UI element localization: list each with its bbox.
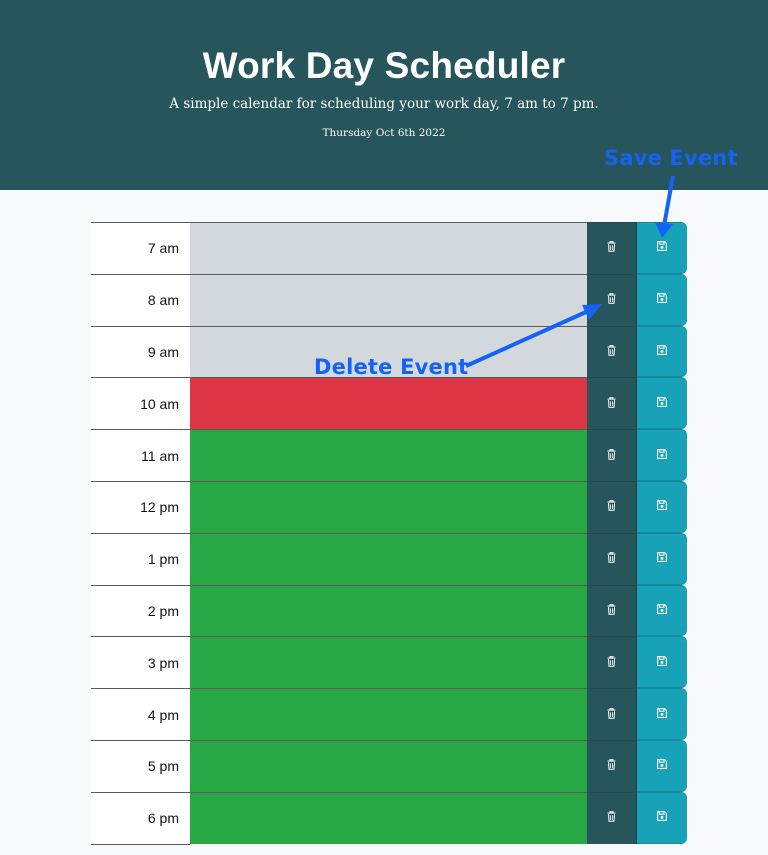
save-event-button[interactable] xyxy=(637,791,687,844)
floppy-disk-icon xyxy=(657,707,667,721)
event-description-input[interactable] xyxy=(190,584,587,637)
save-event-button[interactable] xyxy=(637,739,687,792)
current-day: Thursday Oct 6th 2022 xyxy=(322,127,446,139)
save-event-button[interactable] xyxy=(637,429,687,481)
trash-icon xyxy=(607,655,616,670)
hour-label: 5 pm xyxy=(91,739,190,792)
event-description-input[interactable] xyxy=(190,739,587,792)
save-event-button[interactable] xyxy=(637,222,687,274)
time-block: 7 am xyxy=(91,222,687,274)
hour-label: 8 am xyxy=(91,273,190,326)
hour-label: 7 am xyxy=(91,222,190,274)
hour-label: 12 pm xyxy=(91,480,190,533)
save-event-button[interactable] xyxy=(637,584,687,637)
trash-icon xyxy=(607,811,616,825)
trash-icon xyxy=(607,552,616,566)
time-block: 10 am xyxy=(91,377,687,430)
time-block: 12 pm xyxy=(91,480,687,533)
hour-label: 11 am xyxy=(91,429,190,481)
event-description-input[interactable] xyxy=(190,688,587,740)
floppy-disk-icon xyxy=(657,811,667,824)
save-event-button[interactable] xyxy=(637,480,687,533)
delete-event-button[interactable] xyxy=(587,222,637,274)
hour-label: 4 pm xyxy=(91,688,190,740)
time-block: 2 pm xyxy=(91,584,687,637)
delete-event-button[interactable] xyxy=(587,739,637,792)
time-block: 6 pm xyxy=(91,791,687,844)
time-block: 1 pm xyxy=(91,532,687,585)
trash-icon xyxy=(607,759,616,773)
delete-event-button[interactable] xyxy=(587,480,637,533)
trash-icon xyxy=(607,344,616,359)
floppy-disk-icon xyxy=(657,293,667,306)
hour-label: 1 pm xyxy=(91,532,190,585)
trash-icon xyxy=(607,293,616,307)
delete-event-annotation: Delete Event xyxy=(314,355,469,379)
trash-icon xyxy=(607,707,616,722)
event-description-input[interactable] xyxy=(190,377,587,430)
hour-label: 9 am xyxy=(91,325,190,378)
floppy-disk-icon xyxy=(657,396,667,410)
save-event-button[interactable] xyxy=(637,325,687,378)
delete-event-button[interactable] xyxy=(587,377,637,430)
event-description-input[interactable] xyxy=(190,273,587,326)
save-event-button[interactable] xyxy=(637,636,687,689)
save-event-button[interactable] xyxy=(637,273,687,326)
floppy-disk-icon xyxy=(657,345,667,358)
event-description-input[interactable] xyxy=(190,480,587,533)
trash-icon xyxy=(607,396,616,411)
time-block: 8 am xyxy=(91,273,687,326)
save-event-annotation: Save Event xyxy=(604,146,738,170)
event-description-input[interactable] xyxy=(190,791,587,844)
hour-label: 2 pm xyxy=(91,584,190,637)
floppy-disk-icon xyxy=(657,500,667,513)
save-event-button[interactable] xyxy=(637,688,687,740)
delete-event-button[interactable] xyxy=(587,273,637,326)
delete-event-button[interactable] xyxy=(587,791,637,844)
hour-label: 3 pm xyxy=(91,636,190,689)
floppy-disk-icon xyxy=(657,241,667,254)
floppy-disk-icon xyxy=(657,655,667,669)
time-block: 3 pm xyxy=(91,636,687,689)
delete-event-button[interactable] xyxy=(587,584,637,637)
trash-icon xyxy=(607,603,616,618)
delete-event-button[interactable] xyxy=(587,429,637,481)
time-block: 5 pm xyxy=(91,739,687,792)
delete-event-button[interactable] xyxy=(587,688,637,740)
page-subtitle: A simple calendar for scheduling your wo… xyxy=(169,96,599,112)
delete-event-button[interactable] xyxy=(587,532,637,585)
event-description-input[interactable] xyxy=(190,222,587,274)
time-block: 11 am xyxy=(91,429,687,481)
hour-label: 10 am xyxy=(91,377,190,430)
save-event-button[interactable] xyxy=(637,532,687,585)
delete-event-button[interactable] xyxy=(587,636,637,689)
event-description-input[interactable] xyxy=(190,532,587,585)
floppy-disk-icon xyxy=(657,604,667,617)
floppy-disk-icon xyxy=(657,448,667,462)
event-description-input[interactable] xyxy=(190,636,587,689)
hour-label: 6 pm xyxy=(91,791,190,844)
time-block-list: 7 am 8 am 9 am 10 am 11 am 12 pm 1 pm 2 pm 3 pm 4… xyxy=(91,222,687,844)
page-title: Work Day Scheduler xyxy=(202,45,566,86)
event-description-input[interactable] xyxy=(190,429,587,481)
floppy-disk-icon xyxy=(657,759,667,772)
save-event-button[interactable] xyxy=(637,377,687,430)
time-block: 4 pm xyxy=(91,688,687,740)
delete-event-button[interactable] xyxy=(587,325,637,378)
trash-icon xyxy=(607,241,616,255)
trash-icon xyxy=(607,500,616,514)
floppy-disk-icon xyxy=(657,552,667,565)
divider xyxy=(91,843,190,845)
trash-icon xyxy=(607,448,616,463)
